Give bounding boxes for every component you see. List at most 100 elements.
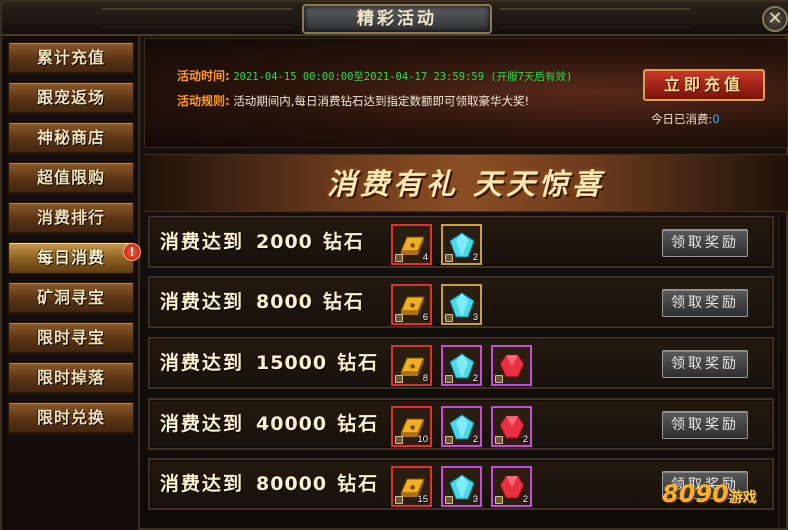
reward-count: 2 [472, 434, 478, 445]
bound-lock-icon [395, 496, 403, 504]
svg-text:●: ● [410, 363, 415, 370]
reward-count: 6 [422, 312, 428, 323]
tier-requirement: 消费达到 15000 钻石 [160, 339, 379, 387]
reward-count: 2 [522, 494, 528, 505]
sidebar: 累计充值 跟宠返场 神秘商店 超值限购 消费排行 每日消费 矿洞寻宝 限时寻宝 … [2, 36, 140, 530]
watermark-number: 8090 [662, 480, 729, 508]
sidebar-item-mystery-shop[interactable]: 神秘商店 [8, 122, 134, 154]
claim-reward-button[interactable]: 领取奖励 [662, 350, 748, 378]
bound-lock-icon [395, 254, 403, 262]
today-spent-label: 今日已消费: [651, 112, 713, 126]
svg-text:●: ● [410, 424, 415, 431]
alert-icon: ! [123, 243, 141, 261]
tier-prefix: 消费达到 [160, 352, 245, 374]
claim-reward-button[interactable]: 领取奖励 [662, 229, 748, 257]
close-icon[interactable]: ✕ [762, 6, 788, 32]
cyan-gem-reward-icon[interactable]: 2 [441, 406, 482, 447]
bound-lock-icon [445, 314, 453, 322]
reward-count: 8 [422, 373, 428, 384]
reward-count: 15 [417, 494, 428, 505]
tier-requirement: 消费达到 8000 钻石 [160, 278, 365, 326]
gold-bar-reward-icon[interactable]: ● 6 [391, 284, 432, 325]
gold-bar-reward-icon[interactable]: ● 8 [391, 345, 432, 386]
sidebar-item-cumulative-recharge[interactable]: 累计充值 [8, 42, 134, 74]
svg-text:●: ● [410, 484, 415, 491]
sidebar-item-daily-spending[interactable]: 每日消费 [8, 242, 134, 274]
cyan-gem-reward-icon[interactable]: 2 [441, 345, 482, 386]
tier-amount: 80000 [256, 473, 328, 495]
cyan-gem-reward-icon[interactable]: 2 [441, 224, 482, 265]
sidebar-item-timed-treasure[interactable]: 限时寻宝 [8, 322, 134, 354]
tier-unit: 钻石 [337, 473, 380, 495]
today-spent: 今日已消费:0 [651, 111, 720, 127]
activity-time-row: 活动时间: 2021-04-15 00:00:00至2021-04-17 23:… [177, 67, 572, 84]
reward-tier-row: 消费达到 40000 钻石 ● 10 2 2 领取奖励 [148, 398, 774, 450]
bound-lock-icon [495, 375, 503, 383]
sidebar-item-spending-ranking[interactable]: 消费排行 [8, 202, 134, 234]
title-ornament-left [102, 8, 292, 28]
bound-lock-icon [395, 436, 403, 444]
today-spent-value: 0 [712, 112, 720, 126]
cyan-gem-reward-icon[interactable]: 3 [441, 284, 482, 325]
bound-lock-icon [445, 496, 453, 504]
title-bar: 精彩活动 ✕ [2, 2, 788, 36]
gold-bar-reward-icon[interactable]: ● 4 [391, 224, 432, 265]
tier-prefix: 消费达到 [160, 291, 245, 313]
tier-amount: 40000 [256, 413, 328, 435]
recharge-now-button[interactable]: 立即充值 [643, 69, 765, 101]
activity-info-panel: 活动时间: 2021-04-15 00:00:00至2021-04-17 23:… [144, 38, 788, 148]
reward-count: 2 [522, 434, 528, 445]
red-gem-reward-icon[interactable]: 2 [491, 406, 532, 447]
sidebar-item-mine-treasure[interactable]: 矿洞寻宝 [8, 282, 134, 314]
reward-count: 4 [422, 252, 428, 263]
activity-rule-value: 活动期间内,每日消费钻石达到指定数额即可领取豪华大奖! [233, 94, 530, 108]
tier-amount: 15000 [256, 352, 328, 374]
tier-unit: 钻石 [337, 413, 380, 435]
sidebar-item-timed-exchange[interactable]: 限时兑换 [8, 402, 134, 434]
tier-requirement: 消费达到 2000 钻石 [160, 218, 365, 266]
bound-lock-icon [395, 375, 403, 383]
reward-tier-row: 消费达到 8000 钻石 ● 6 3 领取奖励 [148, 276, 774, 328]
bound-lock-icon [445, 436, 453, 444]
red-gem-reward-icon[interactable]: 2 [491, 466, 532, 507]
bound-lock-icon [445, 375, 453, 383]
tier-prefix: 消费达到 [160, 413, 245, 435]
cyan-gem-reward-icon[interactable]: 3 [441, 466, 482, 507]
svg-text:●: ● [410, 302, 415, 309]
reward-count: 2 [472, 252, 478, 263]
reward-tier-row: 消费达到 2000 钻石 ● 4 2 领取奖励 [148, 216, 774, 268]
tier-prefix: 消费达到 [160, 231, 245, 253]
tier-prefix: 消费达到 [160, 473, 245, 495]
tier-unit: 钻石 [322, 231, 365, 253]
site-watermark: 8090游戏 [662, 480, 757, 508]
tier-requirement: 消费达到 80000 钻石 [160, 460, 379, 508]
bound-lock-icon [495, 436, 503, 444]
gold-bar-reward-icon[interactable]: ● 10 [391, 406, 432, 447]
bound-lock-icon [495, 496, 503, 504]
reward-count: 10 [417, 434, 428, 445]
reward-count: 3 [472, 312, 478, 323]
banner-text: 消费有礼 天天惊喜 [326, 167, 606, 201]
bound-lock-icon [445, 254, 453, 262]
scrollbar[interactable] [778, 216, 786, 528]
sidebar-item-timed-drop[interactable]: 限时掉落 [8, 362, 134, 394]
gold-bar-reward-icon[interactable]: ● 15 [391, 466, 432, 507]
activity-time-value: 2021-04-15 00:00:00至2021-04-17 23:59:59 … [233, 71, 573, 83]
claim-reward-button[interactable]: 领取奖励 [662, 411, 748, 439]
claim-reward-button[interactable]: 领取奖励 [662, 289, 748, 317]
sidebar-item-limited-purchase[interactable]: 超值限购 [8, 162, 134, 194]
activity-rule-label: 活动规则: [177, 94, 230, 108]
reward-count: 3 [472, 494, 478, 505]
reward-count: 2 [472, 373, 478, 384]
tier-unit: 钻石 [337, 352, 380, 374]
svg-text:●: ● [410, 242, 415, 249]
activity-window: 精彩活动 ✕ 累计充值 跟宠返场 神秘商店 超值限购 消费排行 每日消费 矿洞寻… [0, 0, 788, 530]
watermark-text: 游戏 [728, 490, 757, 506]
tier-requirement: 消费达到 40000 钻石 [160, 400, 379, 448]
title-ornament-right [500, 8, 690, 28]
bound-lock-icon [395, 314, 403, 322]
tier-amount: 8000 [256, 291, 313, 313]
sidebar-item-pet-return[interactable]: 跟宠返场 [8, 82, 134, 114]
red-gem-reward-icon[interactable] [491, 345, 532, 386]
window-title: 精彩活动 [302, 4, 492, 34]
